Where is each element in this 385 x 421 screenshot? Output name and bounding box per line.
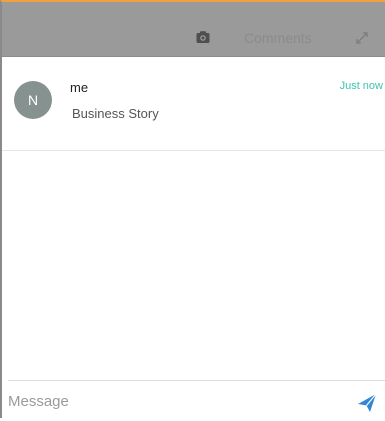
- comments-header: Comments: [2, 2, 385, 57]
- message-composer: [8, 380, 385, 421]
- comment-item: N me Business Story Just now: [2, 57, 385, 151]
- header-title: Comments: [244, 30, 312, 46]
- comment-author: me: [70, 80, 89, 95]
- comments-panel: Comments N me Business Story Just now: [0, 0, 385, 418]
- expand-icon[interactable]: [354, 30, 370, 46]
- send-icon[interactable]: [356, 392, 378, 414]
- camera-icon[interactable]: [195, 29, 211, 45]
- avatar-initial: N: [27, 92, 39, 108]
- comment-timestamp: Just now: [339, 80, 383, 92]
- avatar: N: [14, 81, 52, 119]
- comment-text: Business Story: [72, 106, 159, 121]
- message-input[interactable]: [8, 387, 328, 415]
